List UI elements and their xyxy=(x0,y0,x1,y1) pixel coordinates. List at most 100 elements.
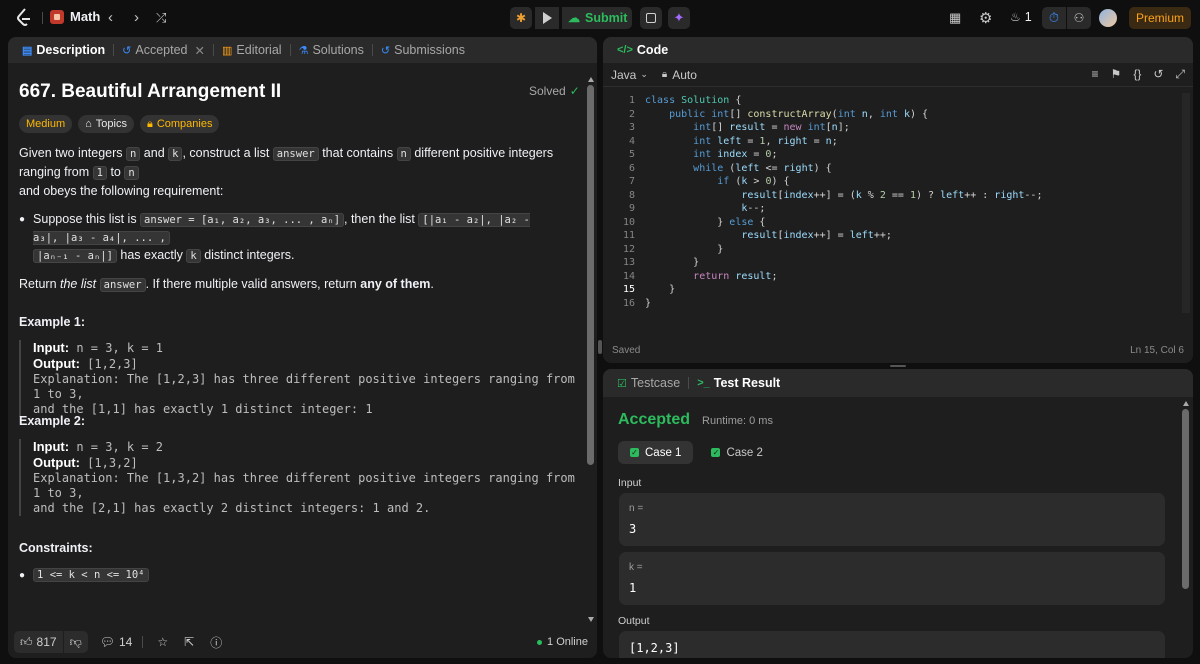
inline-code: 1 <= k < n <= 10⁴ xyxy=(33,568,149,582)
premium-label: Premium xyxy=(1135,11,1184,25)
streak-counter[interactable]: ♨ 1 xyxy=(1010,10,1032,24)
difficulty-label: Medium xyxy=(26,118,66,130)
comments-button[interactable]: 💬︎ 14 xyxy=(100,635,133,649)
description-scrollbar[interactable] xyxy=(587,77,595,622)
leetcode-logo-icon[interactable] xyxy=(16,8,32,28)
check-icon: ✓ xyxy=(711,448,721,457)
auto-mode[interactable]: 🔒︎ Auto xyxy=(662,68,697,82)
checkbox-icon: ☑ xyxy=(617,377,627,390)
share-icon[interactable]: ⇱ xyxy=(184,635,194,649)
text: Return xyxy=(19,277,60,291)
code-line: 10 } else { xyxy=(622,216,766,228)
input-label: Input xyxy=(618,477,642,489)
submit-label: Submit xyxy=(585,11,628,25)
case-1-tab[interactable]: ✓ Case 1 xyxy=(618,441,694,464)
problem-list-button[interactable]: Math xyxy=(50,9,100,24)
history-icon: ↺ xyxy=(122,44,132,57)
submit-button[interactable]: ☁ Submit xyxy=(562,7,632,29)
book-icon: ▥ xyxy=(222,44,233,57)
invite-button[interactable]: ⚇ xyxy=(1067,7,1091,29)
inline-code: n xyxy=(124,166,139,180)
output-value: [1,2,3] xyxy=(79,357,138,371)
constraint-item: ● 1 <= k < n <= 10⁴ xyxy=(19,568,149,582)
text: Given two integers xyxy=(19,146,126,160)
comment-icon: 💬︎ xyxy=(99,635,115,649)
horizontal-splitter[interactable] xyxy=(890,365,906,367)
scrollbar-thumb[interactable] xyxy=(1182,409,1189,589)
code-line: 13 } xyxy=(622,257,700,268)
help-icon[interactable]: ⓘ xyxy=(210,634,222,651)
tab-solutions[interactable]: ⚗ Solutions xyxy=(293,43,370,57)
code-line: 12 } xyxy=(622,243,724,255)
case-2-tab[interactable]: ✓ Case 2 xyxy=(699,441,774,464)
editor-scrollbar[interactable] xyxy=(1182,93,1190,313)
braces-icon[interactable]: {} xyxy=(1133,67,1141,82)
timer-button[interactable]: ⏱ xyxy=(1042,7,1066,29)
inline-code: n xyxy=(126,147,141,161)
language-select[interactable]: Java ⌄ xyxy=(611,68,648,82)
example-2: Input: n = 3, k = 2 Output: [1,3,2] Expl… xyxy=(19,439,579,516)
bookmark-icon[interactable]: ⚑ xyxy=(1111,67,1122,82)
vertical-splitter[interactable] xyxy=(598,340,602,354)
notes-button[interactable] xyxy=(640,7,662,29)
lock-icon: 🔒︎ xyxy=(661,69,668,80)
scrollbar-thumb[interactable] xyxy=(587,85,594,465)
param-value: 1 xyxy=(629,581,637,595)
close-icon[interactable]: ✕ xyxy=(195,43,205,58)
ai-assist-button[interactable]: ✦ xyxy=(668,7,690,29)
problem-title[interactable]: 667. Beautiful Arrangement II xyxy=(19,81,281,103)
dislike-button[interactable]: 👎︎ xyxy=(63,631,88,653)
tab-testcase[interactable]: ☑ Testcase xyxy=(611,376,686,390)
input-label: Input: xyxy=(33,439,70,454)
format-icon[interactable]: ≡ xyxy=(1092,67,1099,82)
code-line: 2 public int[] constructArray(int n, int… xyxy=(628,108,929,120)
tab-test-result[interactable]: >_ Test Result xyxy=(691,376,786,390)
code-line: 3 int[] result = new int[n]; xyxy=(628,122,850,133)
inline-code: 1 xyxy=(92,166,107,180)
description-tabbar: ▤ Description ↺ Accepted ✕ ▥ Editorial ⚗… xyxy=(8,37,597,63)
layout-icon[interactable]: ▦ xyxy=(949,10,961,26)
prev-problem-icon[interactable]: ‹ xyxy=(108,9,113,26)
description-content: 667. Beautiful Arrangement II Solved ✓ M… xyxy=(8,63,587,623)
run-button[interactable] xyxy=(535,7,559,29)
topics-button[interactable]: ⌂ Topics xyxy=(78,115,134,133)
text: the list xyxy=(60,277,97,291)
like-button[interactable]: 👍︎ 817 xyxy=(14,631,63,653)
tab-description[interactable]: ▤ Description xyxy=(16,43,111,57)
avatar[interactable] xyxy=(1099,9,1117,27)
case-label: Case 2 xyxy=(726,446,763,459)
next-problem-icon[interactable]: › xyxy=(134,9,139,26)
debug-button[interactable]: ✱ xyxy=(510,7,532,29)
premium-button[interactable]: Premium xyxy=(1129,7,1191,29)
note-icon xyxy=(646,13,656,23)
tab-accepted[interactable]: ↺ Accepted ✕ xyxy=(116,43,211,58)
flask-icon: ⚗ xyxy=(298,44,309,57)
constraints-title: Constraints: xyxy=(19,541,93,555)
text: distinct integers. xyxy=(200,248,295,262)
problem-statement: Given two integers n and k, construct a … xyxy=(8,144,578,294)
tab-submissions[interactable]: ↺ Submissions xyxy=(375,43,471,57)
tab-label: Editorial xyxy=(236,43,282,57)
result-scrollbar[interactable] xyxy=(1182,401,1190,655)
language-label: Java xyxy=(611,67,637,82)
document-icon: ▤ xyxy=(22,44,33,57)
result-status: Accepted xyxy=(618,411,691,428)
result-tabbar: ☑ Testcase >_ Test Result xyxy=(603,369,1193,397)
reset-icon[interactable]: ↺ xyxy=(1153,67,1163,82)
tab-code[interactable]: </> Code xyxy=(611,43,674,57)
shuffle-icon[interactable]: ⤮ xyxy=(156,10,166,26)
list-icon xyxy=(50,9,64,24)
fullscreen-icon[interactable]: ⤢ xyxy=(1175,67,1185,82)
output-label: Output: xyxy=(33,455,80,470)
code-tabbar: </> Code xyxy=(603,37,1193,63)
tab-label: Accepted xyxy=(135,43,188,57)
code-editor[interactable]: 1 class Solution { 2 public int[] constru… xyxy=(603,93,1183,313)
result-panel: ☑ Testcase >_ Test Result Accepted Runti… xyxy=(603,369,1193,658)
inline-code: answer xyxy=(272,147,319,161)
solved-badge: Solved ✓ xyxy=(529,84,580,98)
companies-button[interactable]: 🔒︎ Companies xyxy=(139,115,220,133)
tab-editorial[interactable]: ▥ Editorial xyxy=(216,43,288,57)
star-icon[interactable]: ☆ xyxy=(157,635,168,649)
settings-gear-icon[interactable]: ⚙ xyxy=(979,9,992,27)
code-line: 6 while (left <= right) { xyxy=(628,162,832,174)
